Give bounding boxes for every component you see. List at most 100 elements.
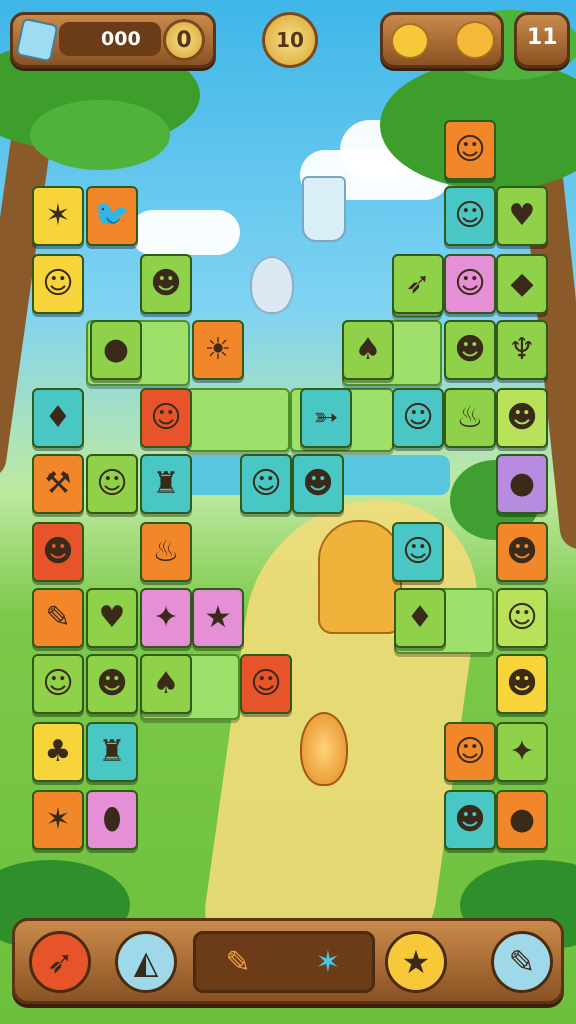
crystal-icon bbox=[15, 17, 59, 63]
sun-icon: ☀ bbox=[204, 332, 232, 367]
tile-balloon-kid[interactable]: ☺ bbox=[444, 722, 496, 782]
rocket-button[interactable]: ➶ bbox=[29, 931, 91, 993]
cat-icon: ☺ bbox=[96, 466, 128, 501]
tile-fish[interactable]: ✦ bbox=[140, 588, 192, 648]
tile-fireman[interactable]: ☺ bbox=[140, 388, 192, 448]
tile-star-blue[interactable]: ✶ bbox=[32, 790, 84, 850]
tile-orange-bird[interactable]: ● bbox=[496, 790, 548, 850]
tile-torch[interactable]: ♨ bbox=[444, 388, 496, 448]
girl-icon: ☺ bbox=[454, 198, 486, 233]
tile-blue-cap-bird[interactable]: 🐦 bbox=[86, 186, 138, 246]
tile-bird-flying[interactable]: ➳ bbox=[300, 388, 352, 448]
tile-blue-hat-kid[interactable]: ☺ bbox=[392, 522, 444, 582]
tile-carrot-small[interactable]: ♦ bbox=[394, 588, 446, 648]
tile-boy-red-cap[interactable]: ☻ bbox=[32, 522, 84, 582]
carrot-icon: ➶ bbox=[405, 266, 431, 301]
tile-boy-face[interactable]: ☻ bbox=[140, 254, 192, 314]
score-counter: 0 bbox=[163, 19, 205, 61]
tile-fire-helmet[interactable]: ☺ bbox=[240, 654, 292, 714]
board-slab bbox=[186, 388, 290, 452]
pencil-icon: ✎ bbox=[45, 600, 71, 635]
tile-red-apple[interactable]: ● bbox=[90, 320, 142, 380]
tile-purple-girl[interactable]: ☺ bbox=[444, 186, 496, 246]
fireman-icon: ☺ bbox=[150, 400, 182, 435]
tile-fireman-right[interactable]: ☺ bbox=[444, 120, 496, 180]
tile-yellow-hat-kid[interactable]: ☻ bbox=[292, 454, 344, 514]
hammer-icon: ⚒ bbox=[44, 466, 72, 501]
girl-icon: ☺ bbox=[454, 266, 486, 301]
tile-monkey[interactable]: ☺ bbox=[32, 654, 84, 714]
tile-helmet-dark[interactable]: ☻ bbox=[444, 320, 496, 380]
shuffle-button[interactable]: ◭ bbox=[115, 931, 177, 993]
tile-plum[interactable]: ● bbox=[496, 454, 548, 514]
tile-red-cap-girl[interactable]: ☺ bbox=[496, 588, 548, 648]
tile-pink-girl[interactable]: ☺ bbox=[444, 254, 496, 314]
tile-cowboy-duck[interactable]: ♠ bbox=[140, 654, 192, 714]
tile-yellow-fox[interactable]: ♣ bbox=[32, 722, 84, 782]
tile-purple-gem[interactable]: ◆ bbox=[496, 254, 548, 314]
tile-red-hat-face[interactable]: ☺ bbox=[32, 254, 84, 314]
rocket-icon: ➶ bbox=[46, 943, 74, 981]
tray-blue-star[interactable]: ✶ bbox=[304, 938, 352, 986]
pencil-button[interactable]: ✎ bbox=[491, 931, 553, 993]
egg-icon: ⬮ bbox=[102, 802, 122, 837]
apple-icon: ● bbox=[102, 332, 130, 367]
tray-pencil[interactable]: ✎ bbox=[214, 938, 262, 986]
tile-police-kid[interactable]: ☻ bbox=[444, 790, 496, 850]
star-face-icon: ★ bbox=[204, 600, 232, 635]
tile-star-face[interactable]: ★ bbox=[192, 588, 244, 648]
face-icon: ☻ bbox=[454, 802, 486, 837]
tile-hammer[interactable]: ⚒ bbox=[32, 454, 84, 514]
level-value: 10 bbox=[276, 28, 304, 52]
face-icon: ☺ bbox=[402, 534, 434, 569]
potion-icon: ♥ bbox=[98, 600, 126, 635]
tile-mask-robot[interactable]: ♜ bbox=[86, 722, 138, 782]
tile-duck[interactable]: ♦ bbox=[32, 388, 84, 448]
tile-red-cap-kid[interactable]: ☺ bbox=[240, 454, 292, 514]
fireman-icon: ☺ bbox=[454, 132, 486, 167]
tile-blonde-girl[interactable]: ☻ bbox=[496, 654, 548, 714]
duck-icon: ♠ bbox=[152, 666, 180, 701]
level-badge: 10 bbox=[262, 12, 318, 68]
bird-icon: ● bbox=[508, 802, 536, 837]
crystal-shard-icon[interactable] bbox=[302, 176, 346, 242]
tile-girl-brown[interactable]: ☻ bbox=[496, 522, 548, 582]
moves-panel[interactable]: 11 bbox=[514, 12, 570, 68]
collection-panel bbox=[380, 12, 504, 68]
plum-icon: ● bbox=[508, 466, 536, 501]
tile-blue-star[interactable]: ✶ bbox=[32, 186, 84, 246]
helmet-icon: ☻ bbox=[454, 332, 486, 367]
tile-robot[interactable]: ♜ bbox=[140, 454, 192, 514]
face-icon: ☻ bbox=[302, 466, 334, 501]
face-icon: ☺ bbox=[42, 266, 74, 301]
tile-sun[interactable]: ☀ bbox=[192, 320, 244, 380]
tile-cowboy[interactable]: ☻ bbox=[86, 654, 138, 714]
tile-radish[interactable]: ♥ bbox=[496, 186, 548, 246]
face-icon: ☻ bbox=[506, 400, 538, 435]
chick-icon bbox=[455, 21, 495, 59]
tile-bottle[interactable]: ♨ bbox=[140, 522, 192, 582]
face-icon: ☻ bbox=[150, 266, 182, 301]
tile-carrot[interactable]: ➶ bbox=[392, 254, 444, 314]
girl-icon: ☻ bbox=[506, 666, 538, 701]
girl-icon: ☺ bbox=[402, 400, 434, 435]
collected-tray: ✎ ✶ bbox=[193, 931, 375, 993]
tile-candy[interactable]: ✦ bbox=[496, 722, 548, 782]
tile-potion[interactable]: ♥ bbox=[86, 588, 138, 648]
tile-ice-cream[interactable]: ♆ bbox=[496, 320, 548, 380]
star-button[interactable]: ★ bbox=[385, 931, 447, 993]
score-panel: 000 0 bbox=[10, 12, 216, 68]
ice-cream-icon: ♆ bbox=[508, 332, 536, 367]
ice-egg-icon[interactable] bbox=[250, 256, 294, 314]
tile-blue-cap-kid[interactable]: ☻ bbox=[496, 388, 548, 448]
tile-pencil[interactable]: ✎ bbox=[32, 588, 84, 648]
cloud bbox=[130, 210, 240, 255]
fox-icon: ♣ bbox=[44, 734, 72, 769]
tile-cat[interactable]: ☺ bbox=[86, 454, 138, 514]
star-creature-icon: ✶ bbox=[45, 802, 71, 837]
tile-egg-face[interactable]: ⬮ bbox=[86, 790, 138, 850]
tile-duck-hat[interactable]: ♠ bbox=[342, 320, 394, 380]
golden-egg-icon[interactable] bbox=[300, 712, 348, 786]
tile-balloon-girl[interactable]: ☺ bbox=[392, 388, 444, 448]
palm-leaves-left bbox=[30, 100, 170, 170]
